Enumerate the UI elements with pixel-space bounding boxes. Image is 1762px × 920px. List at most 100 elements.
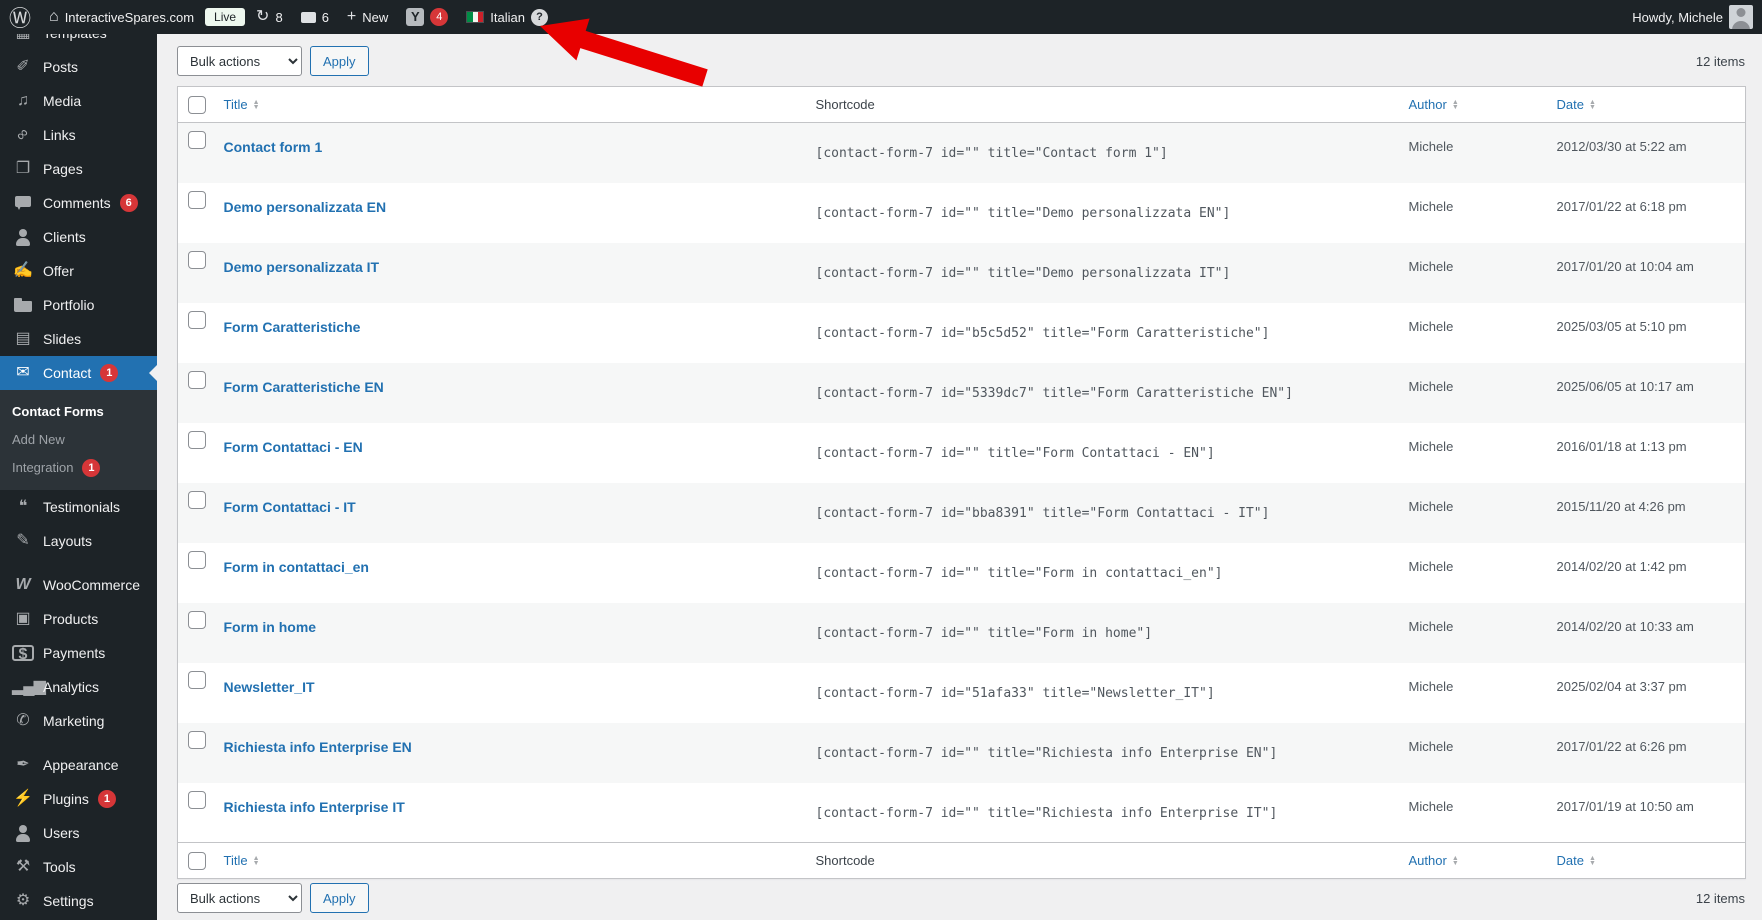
row-checkbox[interactable] xyxy=(188,250,206,269)
shortcode-text: [contact-form-7 id="" title="Richiesta i… xyxy=(815,805,1278,821)
plugin-icon: ⚡ xyxy=(13,790,33,807)
sidebar-item-users[interactable]: Users xyxy=(0,816,157,850)
bulk-actions-select-top[interactable]: Bulk actions xyxy=(177,46,302,76)
contact-forms-table: Title ▲▼ Shortcode Author ▲▼ Date ▲▼ xyxy=(177,86,1746,879)
sidebar-item-offer[interactable]: ✍ Offer xyxy=(0,254,157,288)
howdy-text: Howdy, Michele xyxy=(1632,9,1723,25)
notification-badge: 1 xyxy=(82,459,101,477)
sidebar-item-layouts[interactable]: ✎ Layouts xyxy=(0,524,157,558)
row-checkbox[interactable] xyxy=(188,730,206,749)
table-row: Form in home [contact-form-7 id="" title=… xyxy=(177,602,1746,663)
new-content-link[interactable]: + New xyxy=(338,0,397,34)
row-checkbox[interactable] xyxy=(188,670,206,689)
sidebar-item-tools[interactable]: ⚒ Tools xyxy=(0,850,157,884)
row-checkbox[interactable] xyxy=(188,190,206,209)
site-name-link[interactable]: ⌂ InteractiveSpares.com xyxy=(40,0,203,34)
apply-button-bottom[interactable]: Apply xyxy=(310,883,369,913)
sidebar-item-portfolio[interactable]: Portfolio xyxy=(0,288,157,322)
seo-notification-badge: 4 xyxy=(430,8,449,26)
sidebar-item-links[interactable]: ∞ Links xyxy=(0,118,157,152)
submenu-item-integration[interactable]: Integration 1 xyxy=(0,454,157,482)
comments-bubble-icon xyxy=(12,195,34,211)
submenu-item-add-new[interactable]: Add New xyxy=(0,426,157,454)
row-checkbox[interactable] xyxy=(188,370,206,389)
form-title-link[interactable]: Form Contattaci - IT xyxy=(224,499,356,515)
megaphone-icon: ✆ xyxy=(16,712,30,729)
comments-link[interactable]: 6 xyxy=(292,0,338,34)
select-all-checkbox-top[interactable] xyxy=(188,95,206,114)
table-header-row: Title ▲ ▼ Shortcode Author ▲ ▼ Date ▲ ▼ xyxy=(177,86,1746,123)
sort-by-author-footer[interactable]: Author ▲ ▼ xyxy=(1409,853,1459,868)
sidebar-item-analytics[interactable]: ▂▄▆ Analytics xyxy=(0,670,157,704)
submenu-item-label: Integration xyxy=(12,460,74,475)
date-text: 2014/02/20 at 1:42 pm xyxy=(1556,558,1687,574)
row-checkbox[interactable] xyxy=(188,310,206,329)
sidebar-item-pages[interactable]: ❐ Pages xyxy=(0,152,157,186)
form-title-link[interactable]: Contact form 1 xyxy=(224,139,323,155)
sidebar-item-label: Payments xyxy=(43,645,106,661)
folder-icon xyxy=(12,297,34,313)
sort-by-title-header[interactable]: Title ▲ ▼ xyxy=(224,97,260,112)
updates-link[interactable]: ↻ 8 xyxy=(247,0,292,34)
table-row: Form Caratteristiche EN [contact-form-7 i… xyxy=(177,362,1746,423)
form-title-link[interactable]: Demo personalizzata IT xyxy=(224,259,380,275)
row-checkbox[interactable] xyxy=(188,550,206,569)
items-count-bottom: 12 items xyxy=(1695,890,1745,906)
sidebar-item-label: Offer xyxy=(43,263,74,279)
author-column-label: Author xyxy=(1408,853,1447,868)
sidebar-item-comments[interactable]: Comments 6 xyxy=(0,186,157,220)
sort-by-date-header[interactable]: Date ▲ ▼ xyxy=(1557,97,1596,112)
form-title-link[interactable]: Richiesta info Enterprise EN xyxy=(224,739,412,755)
pages-icon: ❐ xyxy=(15,160,31,177)
row-checkbox[interactable] xyxy=(188,131,206,149)
sort-by-author-header[interactable]: Author ▲ ▼ xyxy=(1409,97,1459,112)
author-text: Michele xyxy=(1408,258,1454,274)
sidebar-item-media[interactable]: ♫ Media xyxy=(0,84,157,118)
row-checkbox[interactable] xyxy=(188,490,206,509)
sidebar-item-appearance[interactable]: ✒ Appearance xyxy=(0,748,157,782)
account-menu[interactable]: Howdy, Michele xyxy=(1623,0,1762,34)
sort-by-date-footer[interactable]: Date ▲ ▼ xyxy=(1557,853,1596,868)
shortcode-text: [contact-form-7 id="5339dc7" title="Form… xyxy=(815,385,1293,401)
language-switcher[interactable]: Italian ? xyxy=(457,0,557,34)
sidebar-item-payments[interactable]: $ Payments xyxy=(0,636,157,670)
sidebar-item-posts[interactable]: ✐ Posts xyxy=(0,50,157,84)
seo-notifications[interactable]: Y 4 xyxy=(397,0,457,34)
submenu-item-contact-forms[interactable]: Contact Forms xyxy=(0,398,157,426)
form-title-link[interactable]: Demo personalizzata EN xyxy=(224,199,387,215)
select-all-checkbox-bottom[interactable] xyxy=(188,851,206,870)
sidebar-item-plugins[interactable]: ⚡ Plugins 1 xyxy=(0,782,157,816)
form-title-link[interactable]: Richiesta info Enterprise IT xyxy=(224,799,405,815)
sidebar-item-woocommerce[interactable]: W WooCommerce xyxy=(0,568,157,602)
sidebar-item-settings[interactable]: ⚙ Settings xyxy=(0,884,157,918)
sort-by-title-footer[interactable]: Title ▲ ▼ xyxy=(224,853,260,868)
wordpress-logo[interactable]: Ⓦ xyxy=(0,0,40,34)
shortcode-text: [contact-form-7 id="" title="Form in hom… xyxy=(815,625,1153,641)
sidebar-item-clients[interactable]: Clients xyxy=(0,220,157,254)
form-title-link[interactable]: Form Caratteristiche EN xyxy=(224,379,384,395)
author-text: Michele xyxy=(1408,438,1454,454)
language-help-badge[interactable]: ? xyxy=(530,8,548,26)
form-title-link[interactable]: Newsletter_IT xyxy=(224,679,315,695)
analytics-bars-icon: ▂▄▆ xyxy=(12,678,46,695)
bulk-actions-select-bottom[interactable]: Bulk actions xyxy=(177,883,302,913)
sidebar-item-marketing[interactable]: ✆ Marketing xyxy=(0,704,157,738)
sidebar-item-testimonials[interactable]: ❝ Testimonials xyxy=(0,490,157,524)
table-footer-row: Title ▲ ▼ Shortcode Author ▲ ▼ Date ▲ ▼ xyxy=(177,842,1746,879)
form-title-link[interactable]: Form Caratteristiche xyxy=(224,319,361,335)
row-checkbox[interactable] xyxy=(188,790,206,809)
sidebar-item-templates[interactable]: ▦ Templates xyxy=(0,34,157,50)
sidebar-item-contact[interactable]: ✉ Contact 1 xyxy=(0,356,157,390)
sidebar-item-slides[interactable]: ▤ Slides xyxy=(0,322,157,356)
bottom-bulk-actions-toolbar: Bulk actions Apply 12 items xyxy=(177,879,1745,917)
row-checkbox[interactable] xyxy=(188,610,206,629)
form-title-link[interactable]: Form in contattaci_en xyxy=(224,559,369,575)
form-title-link[interactable]: Form in home xyxy=(224,619,317,635)
apply-button-top[interactable]: Apply xyxy=(310,46,369,76)
admin-bar: Ⓦ ⌂ InteractiveSpares.com Live ↻ 8 6 + N… xyxy=(0,0,1762,34)
row-checkbox[interactable] xyxy=(188,430,206,449)
person-icon xyxy=(12,228,34,246)
date-text: 2012/03/30 at 5:22 am xyxy=(1556,139,1687,154)
form-title-link[interactable]: Form Contattaci - EN xyxy=(224,439,363,455)
sidebar-item-products[interactable]: ▣ Products xyxy=(0,602,157,636)
